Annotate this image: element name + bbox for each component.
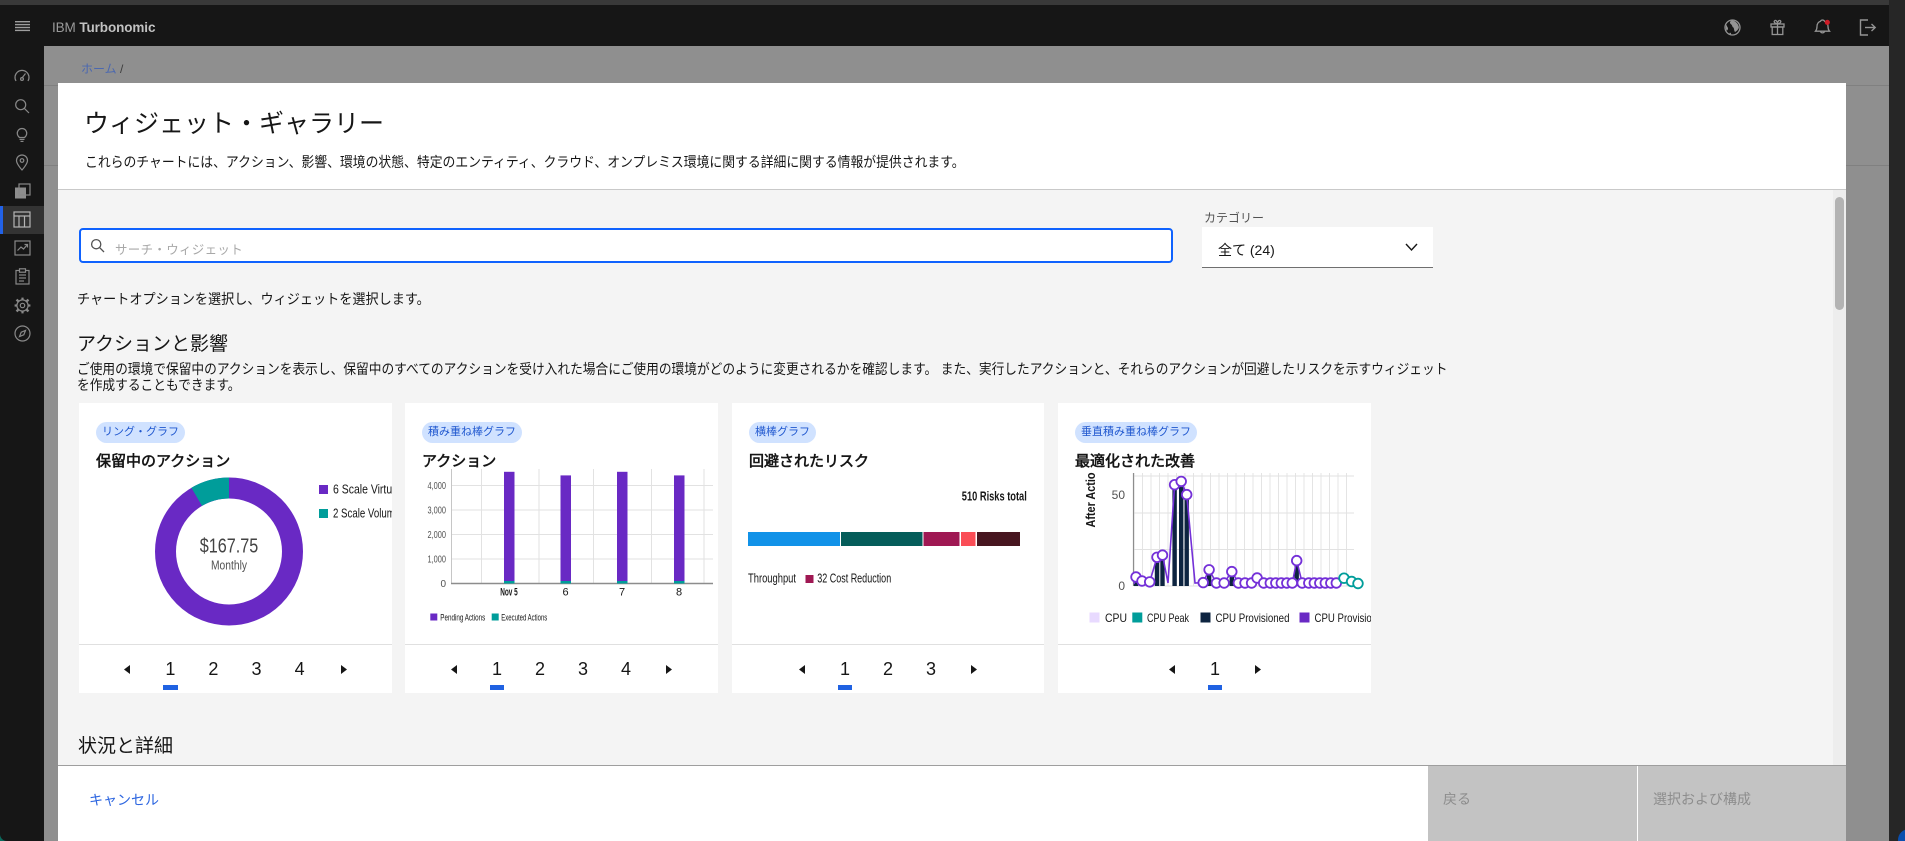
svg-text:510 Risks total: 510 Risks total — [962, 489, 1027, 504]
svg-text:4,000: 4,000 — [428, 481, 447, 492]
svg-text:CPU Peak: CPU Peak — [1147, 611, 1190, 625]
svg-text:6: 6 — [562, 587, 568, 599]
svg-text:0: 0 — [440, 579, 446, 590]
svg-text:CPU Provisioned Peak: CPU Provisioned Peak — [1315, 611, 1372, 625]
svg-text:7: 7 — [619, 587, 625, 599]
svg-text:Executed Actions: Executed Actions — [501, 612, 547, 623]
svg-text:1,000: 1,000 — [428, 555, 447, 566]
svg-text:CPU Provisioned: CPU Provisioned — [1216, 611, 1290, 625]
svg-text:Monthly: Monthly — [211, 558, 247, 573]
svg-text:$167.75: $167.75 — [200, 536, 259, 558]
svg-text:2 Scale Volumes: 2 Scale Volumes — [333, 507, 392, 521]
svg-text:CPU: CPU — [1105, 611, 1127, 625]
svg-text:0: 0 — [1118, 579, 1125, 593]
svg-text:2,000: 2,000 — [428, 530, 447, 541]
svg-text:Nov 5: Nov 5 — [500, 587, 518, 599]
svg-text:32 Cost Reduction: 32 Cost Reduction — [817, 571, 891, 586]
svg-text:After Actio: After Actio — [1083, 472, 1098, 527]
svg-text:Throughput: Throughput — [748, 571, 796, 586]
svg-text:6 Scale Virtual Machines: 6 Scale Virtual Machines — [333, 483, 392, 497]
svg-text:3,000: 3,000 — [428, 506, 447, 517]
svg-text:Pending Actions: Pending Actions — [440, 612, 485, 623]
svg-text:50: 50 — [1112, 488, 1126, 502]
svg-text:8: 8 — [676, 587, 682, 599]
